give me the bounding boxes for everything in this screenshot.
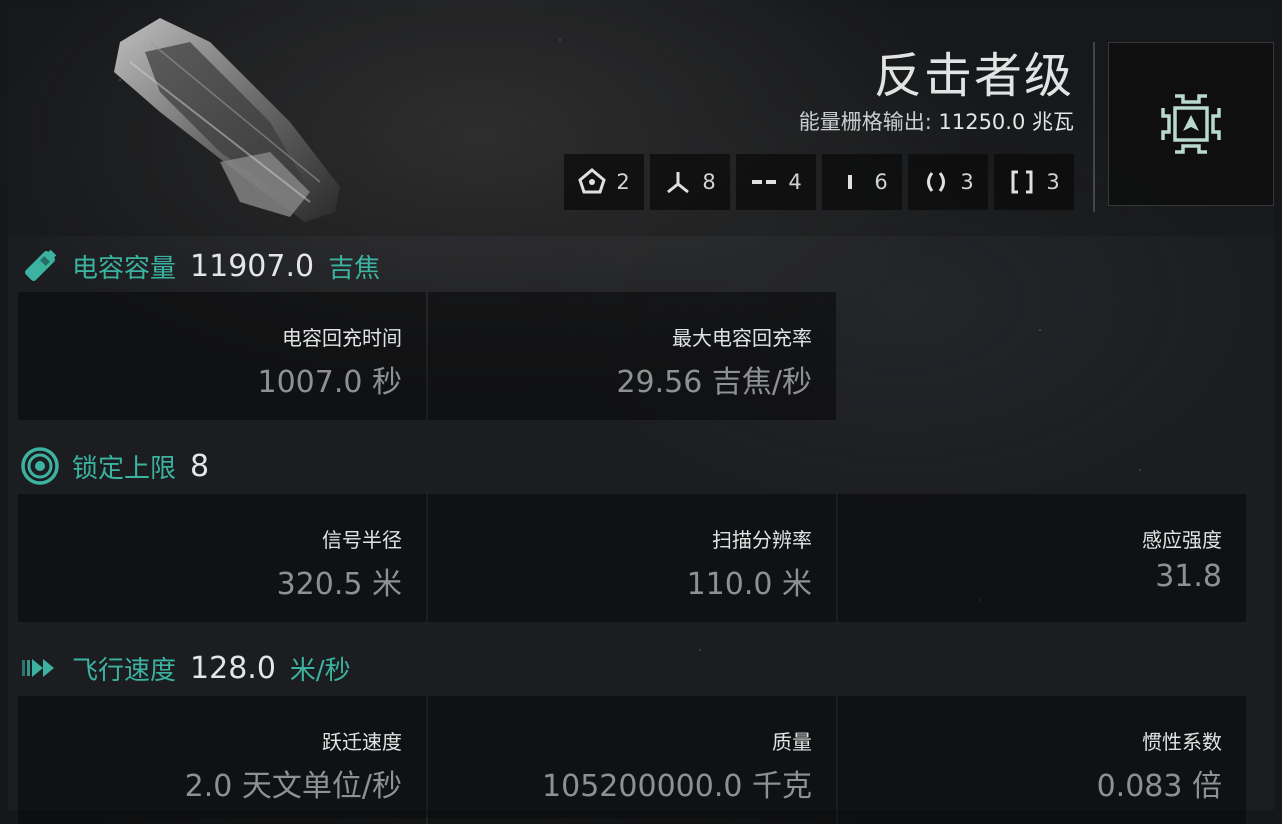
slot-high[interactable]: 2 — [564, 154, 644, 210]
ship-role-icon — [1161, 94, 1221, 154]
slot-low-count: 6 — [874, 170, 888, 194]
stat-label: 惯性系数 — [1142, 730, 1222, 754]
stat-label: 跃迁速度 — [322, 730, 402, 754]
ship-role-button[interactable] — [1108, 42, 1274, 206]
low-slot-icon — [848, 175, 853, 189]
stat-value: 110.0 米 — [686, 567, 812, 602]
stat-value: 2.0 天文单位/秒 — [184, 769, 402, 804]
stat-value: 0.083 倍 — [1096, 769, 1222, 804]
stat-value: 320.5 米 — [276, 567, 402, 602]
slot-turret[interactable]: 8 — [650, 154, 730, 210]
stat-value: 105200000.0 千克 — [542, 769, 812, 804]
slot-turret-count: 8 — [702, 170, 716, 194]
stat-label: 扫描分辨率 — [712, 528, 812, 552]
turret-hardpoint-icon — [667, 172, 690, 194]
speed-value: 128.0 — [190, 650, 276, 686]
mid-slot-icon — [752, 180, 777, 184]
stat-card-signature-radius: 信号半径 320.5 米 — [18, 494, 426, 622]
header-divider — [1093, 42, 1095, 212]
stat-label: 感应强度 — [1142, 528, 1222, 552]
navigation-header: 飞行速度 128.0 米/秒 — [20, 646, 351, 690]
stat-label: 信号半径 — [322, 528, 402, 552]
targeting-label: 锁定上限 — [72, 453, 177, 484]
slot-low[interactable]: 6 — [822, 154, 902, 210]
stat-value: 31.8 — [1155, 559, 1222, 594]
slot-subsystem[interactable]: 3 — [994, 154, 1074, 210]
targeting-header: 锁定上限 8 — [20, 444, 223, 488]
high-slot-icon — [578, 168, 607, 194]
ship-name: 反击者级 — [873, 48, 1074, 104]
capacitor-value: 11907.0 — [190, 248, 315, 284]
targeting-value: 8 — [190, 448, 210, 484]
ship-header: 反击者级 能量栅格输出: 11250.0 兆瓦 2 8 4 6 3 3 — [8, 8, 1274, 236]
powergrid-label: 能量栅格输出: — [798, 110, 932, 134]
stat-card-cap-recharge-time: 电容回充时间 1007.0 秒 — [18, 292, 426, 420]
ship-info-panel: 反击者级 能量栅格输出: 11250.0 兆瓦 2 8 4 6 3 3 电容容量… — [8, 8, 1274, 824]
slot-subsystem-count: 3 — [1046, 170, 1060, 194]
speed-unit: 米/秒 — [289, 655, 351, 686]
speed-icon — [22, 659, 54, 677]
capacitor-unit: 吉焦 — [328, 253, 381, 284]
slot-mid[interactable]: 4 — [736, 154, 816, 210]
capacitor-header: 电容容量 11907.0 吉焦 — [20, 244, 380, 288]
powergrid-output: 能量栅格输出: 11250.0 兆瓦 — [799, 106, 1074, 136]
stat-label: 最大电容回充率 — [672, 326, 812, 350]
stat-label: 电容回充时间 — [282, 326, 402, 350]
slot-rig[interactable]: 3 — [908, 154, 988, 210]
stat-value: 29.56 吉焦/秒 — [616, 365, 812, 400]
stat-card-sensor-strength: 感应强度 31.8 — [838, 494, 1246, 622]
capacitor-icon — [24, 249, 57, 282]
stats-body: 电容容量 11907.0 吉焦 电容回充时间 1007.0 秒 最大电容回充率 … — [8, 236, 1274, 824]
stat-card-mass: 质量 105200000.0 千克 — [428, 696, 836, 824]
subsystem-slot-icon — [1011, 170, 1033, 194]
speed-label: 飞行速度 — [72, 655, 177, 686]
rig-slot-icon — [927, 172, 946, 192]
slot-rig-count: 3 — [960, 170, 974, 194]
stat-card-cap-peak-recharge: 最大电容回充率 29.56 吉焦/秒 — [428, 292, 836, 420]
stat-card-scan-resolution: 扫描分辨率 110.0 米 — [428, 494, 836, 622]
ship-render-image — [114, 18, 340, 222]
powergrid-value: 11250.0 兆瓦 — [938, 110, 1074, 134]
stat-card-warp-speed: 跃迁速度 2.0 天文单位/秒 — [18, 696, 426, 824]
stat-label: 质量 — [772, 730, 812, 754]
stat-value: 1007.0 秒 — [257, 365, 402, 400]
capacitor-label: 电容容量 — [72, 253, 177, 284]
stat-card-inertia-modifier: 惯性系数 0.083 倍 — [838, 696, 1246, 824]
slot-mid-count: 4 — [788, 170, 802, 194]
slot-layout: 2 8 4 6 3 3 — [564, 154, 1074, 210]
targeting-icon — [21, 447, 59, 485]
slot-high-count: 2 — [616, 170, 630, 194]
